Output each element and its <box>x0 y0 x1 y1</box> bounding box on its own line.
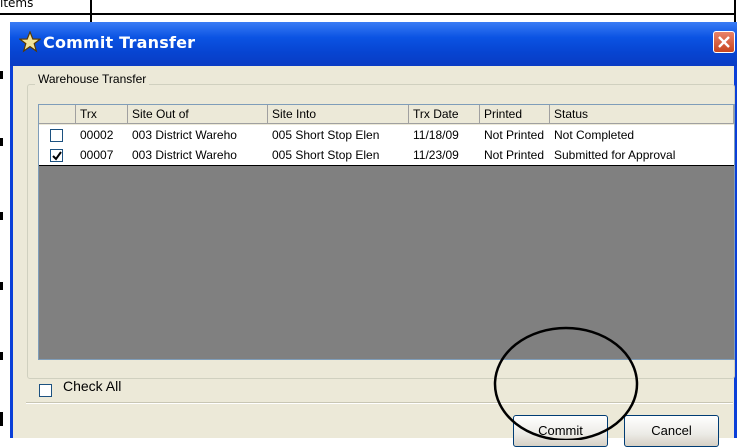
site-into-cell: 005 Short Stop Elen <box>272 128 380 142</box>
column-header-site-out[interactable]: Site Out of <box>128 105 268 124</box>
row-checkbox[interactable] <box>50 129 63 142</box>
close-button[interactable] <box>713 31 735 53</box>
group-label: Warehouse Transfer <box>35 72 150 86</box>
background-mark <box>0 71 3 79</box>
site-into-cell: 005 Short Stop Elen <box>272 148 380 162</box>
background-mark <box>0 212 3 220</box>
grid-header: Trx Site Out of Site Into Trx Date Print… <box>39 105 734 125</box>
close-x-icon <box>718 36 730 48</box>
background-border-top <box>0 13 735 15</box>
background-label: ltems <box>0 0 34 10</box>
check-all-label: Check All <box>63 378 122 394</box>
trx-cell: 00002 <box>80 128 114 142</box>
title-bar[interactable]: Commit Transfer <box>10 22 737 66</box>
column-header-trx-date[interactable]: Trx Date <box>409 105 480 124</box>
background-mark <box>0 138 3 146</box>
check-all-checkbox[interactable] <box>39 384 52 397</box>
site-out-cell: 003 District Wareho <box>132 128 237 142</box>
table-row[interactable]: 00002 003 District Wareho 005 Short Stop… <box>39 125 734 145</box>
column-header-status[interactable]: Status <box>550 105 734 124</box>
background-mark <box>0 412 3 426</box>
row-checkbox[interactable] <box>50 149 63 162</box>
column-header-site-into[interactable]: Site Into <box>268 105 409 124</box>
table-row[interactable]: 00007 003 District Wareho 005 Short Stop… <box>39 145 734 166</box>
annotation-circle <box>493 326 639 440</box>
background-mark <box>0 352 3 360</box>
status-cell: Not Completed <box>554 128 635 142</box>
column-header-trx[interactable]: Trx <box>76 105 128 124</box>
site-out-cell: 003 District Wareho <box>132 148 237 162</box>
trx-date-cell: 11/18/09 <box>413 128 459 142</box>
status-cell: Submitted for Approval <box>554 148 676 162</box>
column-header-select[interactable] <box>39 105 76 124</box>
background-border <box>90 0 92 22</box>
trx-date-cell: 11/23/09 <box>413 148 459 162</box>
window-title: Commit Transfer <box>43 33 196 52</box>
column-header-printed[interactable]: Printed <box>480 105 550 124</box>
printed-cell: Not Printed <box>484 148 545 162</box>
trx-cell: 00007 <box>80 148 114 162</box>
star-icon <box>18 30 42 53</box>
background-mark <box>0 282 3 290</box>
checkmark-icon <box>52 151 62 161</box>
printed-cell: Not Printed <box>484 128 545 142</box>
